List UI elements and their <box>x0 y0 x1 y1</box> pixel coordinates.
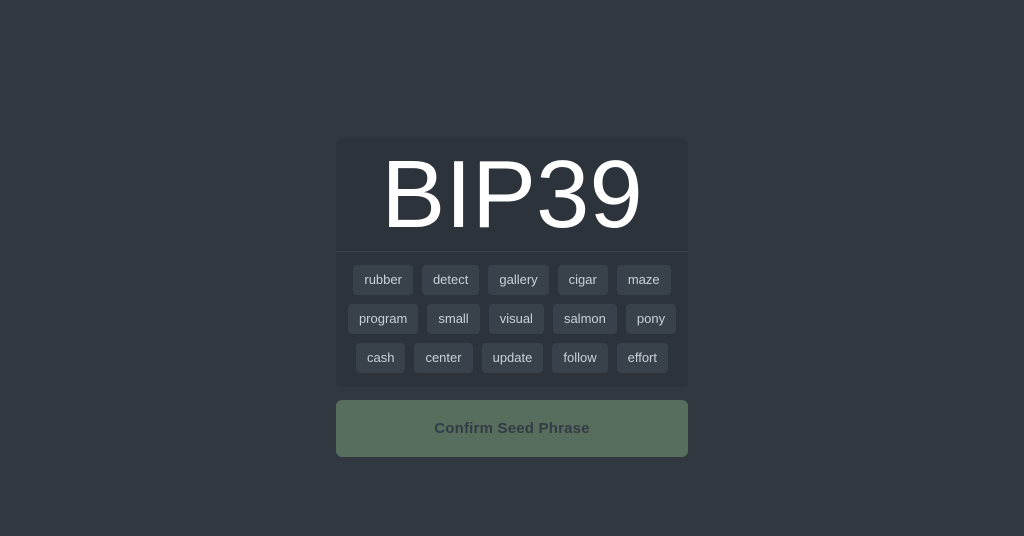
seed-word-grid: rubber detect gallery cigar maze program… <box>336 252 688 387</box>
seed-word-chip[interactable]: update <box>481 343 544 373</box>
seed-word-chip[interactable]: visual <box>488 304 544 334</box>
seed-phrase-card: BIP39 rubber detect gallery cigar maze p… <box>336 138 688 387</box>
seed-word-chip[interactable]: gallery <box>488 265 549 295</box>
seed-word-row: cash center update follow effort <box>348 343 676 373</box>
seed-word-chip[interactable]: effort <box>616 343 668 373</box>
seed-word-chip[interactable]: maze <box>616 265 671 295</box>
seed-word-chip[interactable]: detect <box>421 265 480 295</box>
card-header: BIP39 <box>336 138 688 252</box>
app-root: BIP39 rubber detect gallery cigar maze p… <box>0 0 1024 536</box>
seed-word-chip[interactable]: center <box>414 343 473 373</box>
seed-word-chip[interactable]: small <box>427 304 480 334</box>
confirm-seed-phrase-button[interactable]: Confirm Seed Phrase <box>336 400 688 457</box>
seed-word-chip[interactable]: follow <box>552 343 608 373</box>
seed-word-chip[interactable]: pony <box>625 304 677 334</box>
seed-word-chip[interactable]: cash <box>355 343 406 373</box>
page-title: BIP39 <box>381 140 643 248</box>
seed-word-chip[interactable]: salmon <box>552 304 617 334</box>
seed-word-chip[interactable]: program <box>347 304 419 334</box>
seed-word-row: program small visual salmon pony <box>347 304 677 334</box>
seed-word-chip[interactable]: cigar <box>557 265 608 295</box>
seed-word-row: rubber detect gallery cigar maze <box>348 265 676 295</box>
seed-word-chip[interactable]: rubber <box>353 265 413 295</box>
